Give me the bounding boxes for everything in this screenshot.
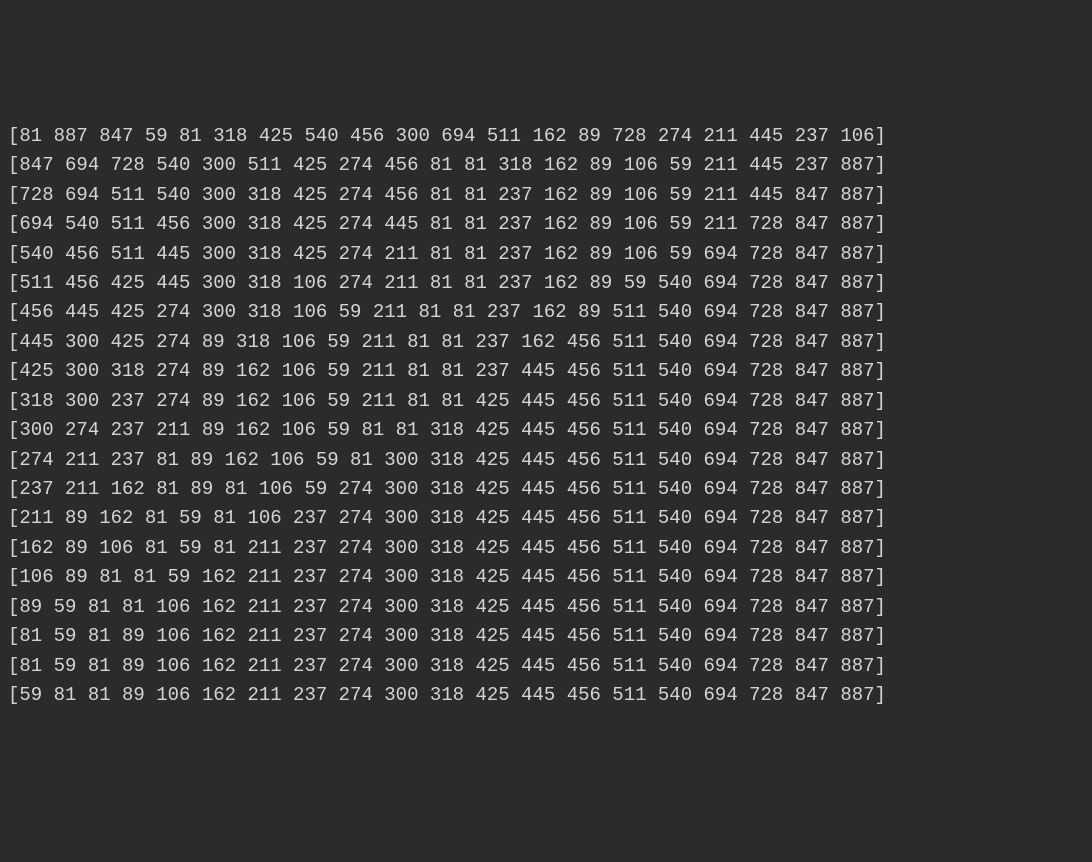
output-line: [211 89 162 81 59 81 106 237 274 300 318… — [8, 504, 1084, 533]
output-line: [81 59 81 89 106 162 211 237 274 300 318… — [8, 622, 1084, 651]
output-line: [728 694 511 540 300 318 425 274 456 81 … — [8, 181, 1084, 210]
output-line: [81 59 81 89 106 162 211 237 274 300 318… — [8, 652, 1084, 681]
output-line: [81 887 847 59 81 318 425 540 456 300 69… — [8, 122, 1084, 151]
output-line: [511 456 425 445 300 318 106 274 211 81 … — [8, 269, 1084, 298]
output-line: [274 211 237 81 89 162 106 59 81 300 318… — [8, 446, 1084, 475]
output-line: [445 300 425 274 89 318 106 59 211 81 81… — [8, 328, 1084, 357]
output-line: [237 211 162 81 89 81 106 59 274 300 318… — [8, 475, 1084, 504]
output-line: [456 445 425 274 300 318 106 59 211 81 8… — [8, 298, 1084, 327]
output-line: [300 274 237 211 89 162 106 59 81 81 318… — [8, 416, 1084, 445]
output-line: [847 694 728 540 300 511 425 274 456 81 … — [8, 151, 1084, 180]
output-line: [89 59 81 81 106 162 211 237 274 300 318… — [8, 593, 1084, 622]
output-line: [106 89 81 81 59 162 211 237 274 300 318… — [8, 563, 1084, 592]
output-line: [425 300 318 274 89 162 106 59 211 81 81… — [8, 357, 1084, 386]
output-line: [694 540 511 456 300 318 425 274 445 81 … — [8, 210, 1084, 239]
output-line: [540 456 511 445 300 318 425 274 211 81 … — [8, 240, 1084, 269]
output-line: [318 300 237 274 89 162 106 59 211 81 81… — [8, 387, 1084, 416]
output-line: [59 81 81 89 106 162 211 237 274 300 318… — [8, 681, 1084, 710]
terminal-output: [81 887 847 59 81 318 425 540 456 300 69… — [8, 122, 1084, 711]
output-line: [162 89 106 81 59 81 211 237 274 300 318… — [8, 534, 1084, 563]
